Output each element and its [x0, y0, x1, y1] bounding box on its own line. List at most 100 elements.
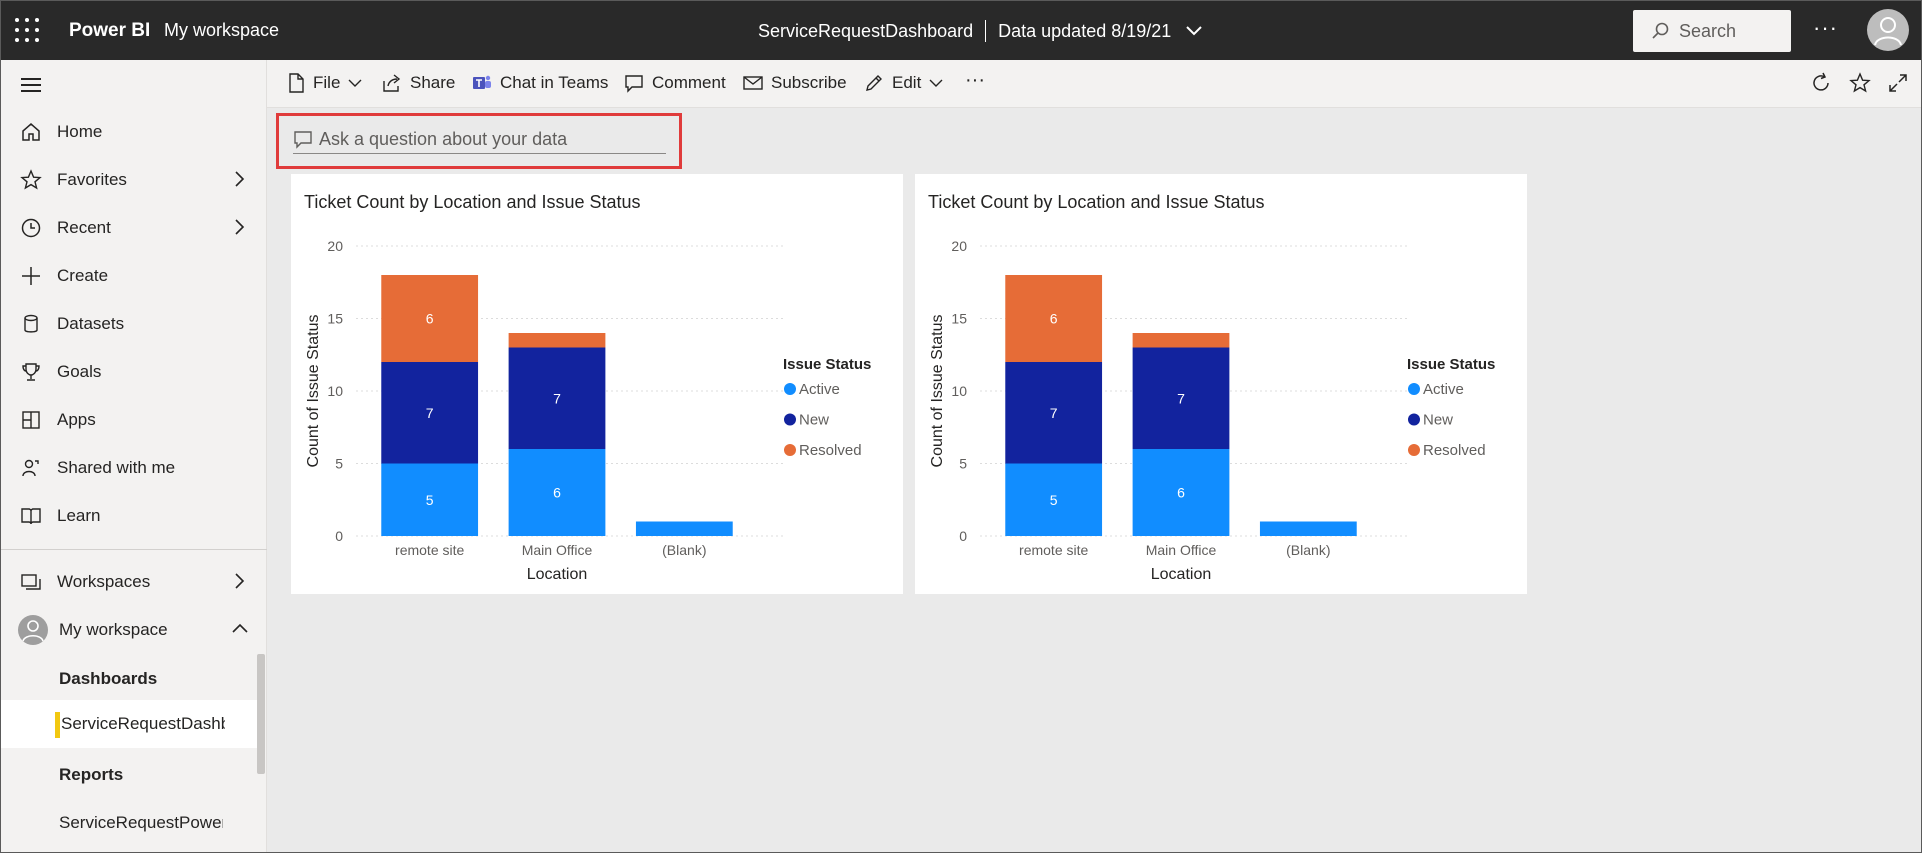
chevron-right-icon[interactable] [233, 572, 245, 590]
legend-item: Active [1423, 381, 1464, 398]
title-separator [985, 20, 987, 42]
data-label: 6 [553, 485, 561, 501]
app-name[interactable]: Power BI [69, 20, 150, 42]
favorite-star-icon[interactable] [1849, 72, 1871, 94]
search-input[interactable]: Search [1633, 10, 1791, 52]
y-tick-label: 15 [327, 311, 343, 327]
chevron-down-icon[interactable] [1185, 25, 1203, 37]
comment-button[interactable]: Comment [624, 73, 726, 93]
qna-placeholder: Ask a question about your data [319, 128, 568, 149]
nav-label: My workspace [59, 620, 168, 639]
legend-marker [784, 383, 796, 395]
search-placeholder: Search [1679, 20, 1737, 41]
file-icon [289, 73, 304, 93]
nav-shared-with-me[interactable]: Shared with me [1, 444, 267, 492]
legend-marker [1408, 444, 1420, 456]
file-menu-button[interactable]: File [287, 73, 362, 93]
data-updated-text: Data updated 8/19/21 [998, 20, 1172, 41]
comment-icon [625, 75, 643, 93]
edit-menu-button[interactable]: Edit [864, 73, 943, 93]
bar-segment-resolved [1132, 333, 1230, 348]
chat-bubble-icon [294, 131, 312, 149]
nav-learn[interactable]: Learn [1, 492, 267, 540]
file-label: File [313, 73, 341, 92]
data-label: 7 [426, 405, 434, 421]
x-tick-label: Main Office [1146, 542, 1217, 558]
legend-item: New [1423, 412, 1453, 429]
y-tick-label: 0 [335, 528, 343, 544]
refresh-icon[interactable] [1810, 72, 1832, 94]
chart-tile[interactable]: Ticket Count by Location and Issue Statu… [291, 174, 903, 594]
workspace-avatar [18, 615, 48, 645]
nav-my-workspace[interactable]: My workspace [1, 606, 267, 654]
apps-icon [22, 411, 40, 429]
share-button[interactable]: Share [382, 73, 455, 93]
chart-tile[interactable]: Ticket Count by Location and Issue Statu… [915, 174, 1527, 594]
x-tick-label: Main Office [522, 542, 593, 558]
sidebar-scrollbar[interactable] [257, 654, 265, 774]
more-options-icon[interactable]: ··· [1813, 15, 1838, 41]
chevron-right-icon[interactable] [233, 170, 245, 188]
legend-item: New [799, 412, 829, 429]
dashboard-item-label: ServiceRequestDashboard [61, 714, 225, 733]
hamburger-menu-icon[interactable] [21, 78, 41, 96]
nav-datasets[interactable]: Datasets [1, 300, 267, 348]
nav-favorites[interactable]: Favorites [1, 156, 267, 204]
nav-goals[interactable]: Goals [1, 348, 267, 396]
nav-apps[interactable]: Apps [1, 396, 267, 444]
bar-segment-active [635, 521, 733, 536]
data-label: 6 [1050, 311, 1058, 327]
x-tick-label: (Blank) [1286, 542, 1330, 558]
dashboards-heading: Dashboards [59, 669, 158, 688]
app-launcher-icon[interactable] [15, 18, 41, 44]
x-tick-label: remote site [395, 542, 464, 558]
star-icon [20, 169, 42, 190]
x-axis-label: Location [527, 566, 588, 583]
subscribe-label: Subscribe [771, 73, 847, 92]
edit-label: Edit [892, 73, 922, 92]
dashboard-title-bar[interactable]: ServiceRequestDashboard Data updated 8/1… [758, 20, 1203, 42]
data-label: 7 [1050, 405, 1058, 421]
nav-label: Learn [57, 506, 101, 525]
legend-item: Active [799, 381, 840, 398]
more-commands-icon[interactable]: ··· [965, 69, 985, 92]
workspaces-icon [21, 574, 41, 590]
data-label: 5 [1050, 492, 1058, 508]
subscribe-button[interactable]: Subscribe [743, 73, 847, 93]
nav-create[interactable]: Create [1, 252, 267, 300]
pencil-icon [866, 75, 882, 91]
dashboard-name: ServiceRequestDashboard [758, 20, 974, 41]
data-label: 6 [426, 311, 434, 327]
chevron-up-icon[interactable] [231, 622, 249, 634]
search-icon [1652, 22, 1669, 39]
nav-recent[interactable]: Recent [1, 204, 267, 252]
y-tick-label: 20 [951, 238, 967, 254]
chevron-right-icon[interactable] [233, 218, 245, 236]
nav-home[interactable]: Home [1, 108, 267, 156]
user-avatar[interactable] [1867, 9, 1909, 51]
clock-icon [21, 218, 41, 238]
nav-label: Recent [57, 218, 111, 237]
nav-label: Shared with me [57, 458, 176, 477]
fullscreen-icon[interactable] [1887, 72, 1909, 94]
data-label: 7 [1177, 390, 1185, 406]
legend-item: Resolved [1423, 442, 1486, 459]
database-icon [24, 314, 38, 333]
bar-segment-resolved [508, 333, 606, 348]
x-tick-label: remote site [1019, 542, 1088, 558]
legend-marker [784, 413, 796, 426]
workspace-breadcrumb[interactable]: My workspace [164, 20, 279, 41]
sidebar-item-report[interactable]: ServiceRequestPowerBI [59, 813, 223, 833]
qna-input[interactable]: Ask a question about your data [293, 125, 666, 154]
teams-icon [473, 75, 491, 89]
command-bar: File Share Chat in Teams Comment Subscri… [267, 60, 1921, 108]
x-axis-label: Location [1151, 566, 1212, 583]
sidebar-item-dashboard-selected[interactable]: ServiceRequestDashboard [1, 700, 257, 748]
y-tick-label: 5 [959, 456, 967, 472]
nav-workspaces[interactable]: Workspaces [1, 558, 267, 606]
left-nav: Home Favorites Recent Create Datasets Go… [1, 60, 267, 852]
chat-in-teams-button[interactable]: Chat in Teams [472, 73, 608, 93]
home-icon [22, 123, 40, 141]
nav-label: Create [57, 266, 109, 285]
y-tick-label: 15 [951, 311, 967, 327]
